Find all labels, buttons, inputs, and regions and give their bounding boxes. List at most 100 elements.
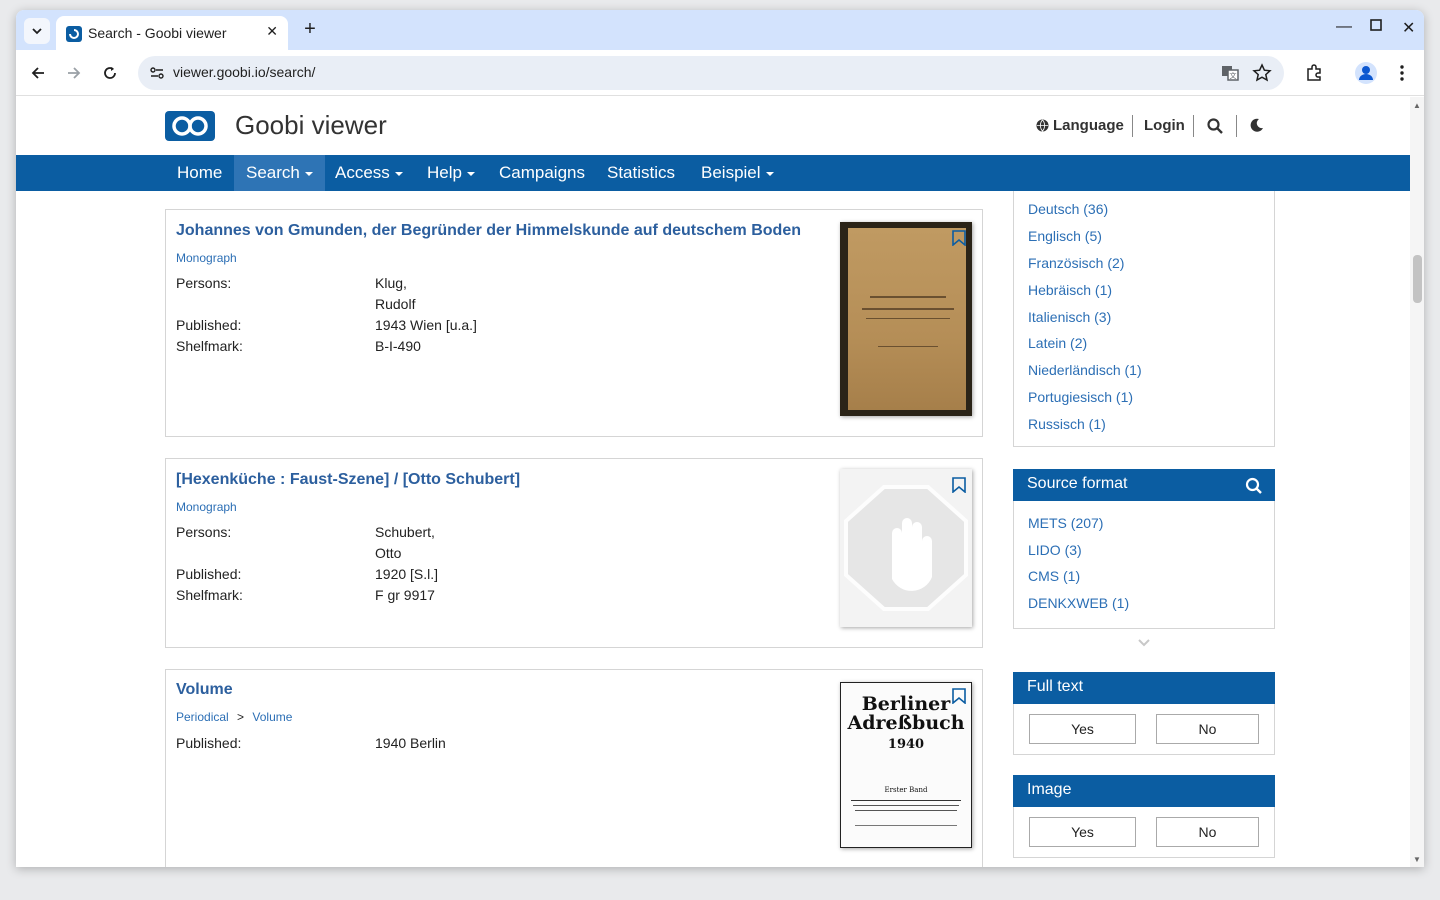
shelfmark-label: Shelfmark: (176, 587, 243, 603)
full-text-options: Yes No (1013, 704, 1275, 755)
close-window-icon[interactable]: ✕ (1402, 18, 1415, 38)
forward-icon[interactable] (62, 61, 86, 85)
result-type[interactable]: Monograph (176, 500, 237, 514)
source-format-header[interactable]: Source format (1013, 469, 1275, 501)
page-scrollbar[interactable]: ▲ ▼ (1410, 97, 1424, 867)
goobi-logo[interactable] (165, 111, 215, 141)
persons-label: Persons: (176, 524, 232, 540)
nav-campaigns[interactable]: Campaigns (487, 155, 597, 191)
facet-item[interactable]: Italienisch (3) (1028, 309, 1111, 325)
infinity-logo-icon (172, 116, 208, 136)
nav-help[interactable]: Help (415, 155, 487, 191)
facet-item[interactable]: Französisch (2) (1028, 255, 1124, 271)
search-icon[interactable] (1245, 477, 1263, 495)
full-text-no-button[interactable]: No (1156, 714, 1259, 744)
nav-search-label: Search (246, 163, 300, 182)
breadcrumb-separator: > (237, 710, 245, 724)
image-header: Image (1013, 775, 1275, 807)
result-title[interactable]: [Hexenküche : Faust-Szene] / [Otto Schub… (176, 471, 520, 489)
nav-beispiel-label: Beispiel (701, 163, 761, 182)
caret-down-icon (466, 171, 475, 176)
image-title: Image (1027, 781, 1072, 798)
translate-icon[interactable]: 文 (1220, 63, 1240, 83)
nav-search[interactable]: Search (234, 155, 325, 191)
facet-item[interactable]: Latein (2) (1028, 335, 1087, 351)
chevron-down-icon[interactable] (1137, 638, 1151, 648)
language-link[interactable]: Language (1053, 117, 1124, 134)
facet-item[interactable]: Portugiesisch (1) (1028, 389, 1133, 405)
breadcrumb: Periodical > Volume (176, 710, 292, 724)
bookmark-icon[interactable] (952, 477, 966, 493)
extensions-icon[interactable] (1302, 61, 1326, 85)
facet-item[interactable]: METS (207) (1028, 515, 1103, 531)
goobi-favicon-icon (66, 26, 82, 42)
dark-mode-icon[interactable] (1250, 118, 1264, 132)
facet-item[interactable]: Deutsch (36) (1028, 201, 1108, 217)
thumb-band: Erster Band (884, 786, 928, 794)
new-tab-button[interactable]: + (298, 18, 322, 41)
nav-home[interactable]: Home (165, 155, 234, 191)
tab-search-button[interactable] (24, 18, 50, 44)
browser-toolbar: viewer.goobi.io/search/ 文 (16, 50, 1424, 96)
nav-beispiel[interactable]: Beispiel (689, 155, 786, 191)
person-value: Schubert, (375, 524, 435, 540)
facet-item[interactable]: Englisch (5) (1028, 228, 1102, 244)
scroll-thumb[interactable] (1413, 255, 1422, 303)
tab-active[interactable]: Search - Goobi viewer ✕ (56, 16, 288, 50)
result-title[interactable]: Johannes von Gmunden, der Begründer der … (176, 222, 801, 240)
published-value: 1943 Wien [u.a.] (375, 317, 477, 333)
minimize-icon[interactable]: — (1336, 18, 1352, 36)
bookmark-icon[interactable] (952, 688, 966, 704)
image-options: Yes No (1013, 807, 1275, 858)
back-icon[interactable] (26, 61, 50, 85)
caret-down-icon (765, 171, 774, 176)
facet-item[interactable]: Russisch (1) (1028, 416, 1106, 432)
full-text-yes-button[interactable]: Yes (1029, 714, 1136, 744)
site-header: Goobi viewer Language Login (16, 97, 1410, 155)
result-thumbnail[interactable]: Berliner Adreßbuch 1940 Erster Band (840, 682, 972, 848)
thumb-year: 1940 (887, 737, 925, 752)
image-yes-button[interactable]: Yes (1029, 817, 1136, 847)
facet-item[interactable]: Niederländisch (1) (1028, 362, 1142, 378)
bookmark-star-icon[interactable] (1252, 63, 1272, 83)
facet-item[interactable]: LIDO (3) (1028, 542, 1082, 558)
language-facet-list: Deutsch (36) Englisch (5) Französisch (2… (1013, 177, 1275, 447)
url-text: viewer.goobi.io/search/ (173, 64, 316, 80)
site-title[interactable]: Goobi viewer (235, 110, 387, 141)
nav-access[interactable]: Access (323, 155, 415, 191)
reload-icon[interactable] (98, 61, 122, 85)
published-label: Published: (176, 566, 242, 582)
result-card: Johannes von Gmunden, der Begründer der … (165, 209, 983, 437)
site-info-icon[interactable] (148, 64, 166, 82)
maximize-icon[interactable] (1370, 18, 1382, 36)
nav-statistics[interactable]: Statistics (595, 155, 687, 191)
shelfmark-value: B-I-490 (375, 338, 421, 354)
facet-item[interactable]: DENKXWEB (1) (1028, 595, 1129, 611)
result-type[interactable]: Monograph (176, 251, 237, 265)
result-title[interactable]: Volume (176, 681, 233, 699)
facet-item[interactable]: Hebräisch (1) (1028, 282, 1112, 298)
result-thumbnail[interactable] (840, 222, 972, 416)
more-menu-icon[interactable] (1390, 61, 1414, 85)
address-bar[interactable]: viewer.goobi.io/search/ 文 (138, 56, 1284, 90)
result-card: [Hexenküche : Faust-Szene] / [Otto Schub… (165, 458, 983, 648)
breadcrumb-volume[interactable]: Volume (252, 710, 292, 724)
scroll-down-icon[interactable]: ▼ (1413, 855, 1421, 864)
search-icon[interactable] (1207, 118, 1223, 134)
profile-avatar[interactable] (1354, 61, 1378, 85)
svg-text:文: 文 (1230, 71, 1237, 80)
login-link[interactable]: Login (1144, 117, 1185, 134)
bookmark-icon[interactable] (952, 230, 966, 246)
shelfmark-value: F gr 9917 (375, 587, 435, 603)
globe-icon (1036, 119, 1049, 132)
published-label: Published: (176, 735, 242, 751)
image-no-button[interactable]: No (1156, 817, 1259, 847)
breadcrumb-periodical[interactable]: Periodical (176, 710, 229, 724)
nav-help-label: Help (427, 163, 462, 182)
person-value: Rudolf (375, 296, 416, 312)
facet-item[interactable]: CMS (1) (1028, 568, 1080, 584)
scroll-up-icon[interactable]: ▲ (1413, 101, 1421, 110)
thumb-subtitle: Adreßbuch (847, 712, 965, 734)
tab-title: Search - Goobi viewer (88, 25, 227, 41)
close-tab-icon[interactable]: ✕ (266, 23, 278, 40)
